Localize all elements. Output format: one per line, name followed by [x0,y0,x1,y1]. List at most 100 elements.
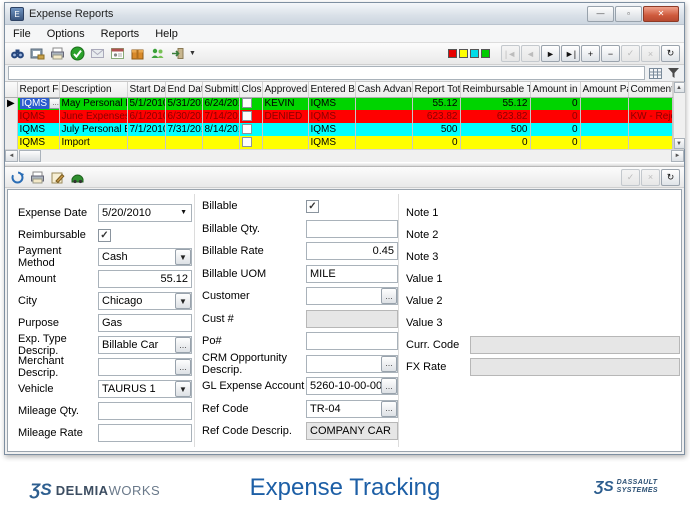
print-record-icon[interactable] [29,169,46,185]
menu-help[interactable]: Help [147,25,186,42]
amount-field[interactable] [98,270,192,288]
nav-prior-button[interactable]: ◄ [521,45,540,62]
cell-end-date[interactable]: 7/31/2010 [165,123,202,136]
cell-description[interactable]: Import [59,136,127,149]
mileage-qty-field[interactable] [98,402,192,420]
header-report-total[interactable]: Report Total [412,82,460,97]
chevron-down-icon[interactable]: ▼ [175,249,191,265]
scroll-up-icon[interactable]: ▲ [674,82,685,93]
nav-insert-button[interactable]: + [581,45,600,62]
detail-cancel-button[interactable]: × [641,169,660,186]
cell-submitted[interactable]: 7/14/2010 [202,110,239,123]
cell-report-total[interactable]: 623.82 [412,110,460,123]
lookup-ellipsis-button[interactable]: … [49,98,59,109]
cell-report-total[interactable]: 0 [412,136,460,149]
cell-approved-by[interactable] [262,136,308,149]
scroll-down-icon[interactable]: ▼ [674,138,685,149]
closed-checkbox[interactable] [242,137,252,147]
filter-funnel-icon[interactable] [665,66,681,80]
billable-uom-field[interactable] [306,265,398,283]
gl-expense-account-field[interactable]: … [306,377,398,395]
cell-start-date[interactable] [127,136,165,149]
ellipsis-lookup-icon[interactable]: … [175,337,191,353]
po-number-input[interactable] [306,332,398,350]
city-field[interactable]: ▼ [98,292,192,310]
close-button[interactable]: ✕ [643,6,679,22]
scroll-left-icon[interactable]: ◄ [5,150,18,162]
cell-amount-paid[interactable] [580,136,628,149]
amount-input[interactable] [98,270,192,288]
cell-report-total[interactable]: 55.12 [412,97,460,110]
exp-type-descrip-field[interactable]: … [98,336,192,354]
cell-entered-by[interactable]: IQMS [308,136,355,149]
package-icon[interactable] [129,46,146,62]
header-approved-by[interactable]: Approved By [262,82,308,97]
nav-refresh-button[interactable]: ↻ [661,45,680,62]
chevron-down-icon[interactable]: ▼ [175,293,191,309]
find-icon[interactable] [9,46,26,62]
cell-amount-in-ap[interactable]: 0 [530,136,580,149]
menu-options[interactable]: Options [39,25,93,42]
grid-horizontal-scrollbar[interactable]: ◄ ► [5,149,684,162]
cell-cash-advanced[interactable] [355,136,412,149]
cell-comment[interactable] [628,123,672,136]
chevron-down-icon[interactable]: ▼ [180,209,187,216]
mileage-qty-input[interactable] [98,402,192,420]
cell-approved-by[interactable]: DENIED [262,110,308,123]
header-amount-in-ap[interactable]: Amount in AP [530,82,580,97]
title-bar[interactable]: E Expense Reports — ▫ ✕ [5,3,684,25]
ellipsis-lookup-icon[interactable]: … [175,359,191,375]
header-amount-paid[interactable]: Amount Paid [580,82,628,97]
mileage-rate-field[interactable] [98,424,192,442]
billable-qty-input[interactable] [306,220,398,238]
header-comment[interactable]: Comment [628,82,672,97]
vehicle-field[interactable]: ▼ [98,380,192,398]
toolbar-dropdown-caret-icon[interactable]: ▼ [189,50,196,57]
edit-note-icon[interactable] [49,169,66,185]
minimize-button[interactable]: — [587,6,614,22]
nav-first-button[interactable]: |◄ [501,45,520,62]
table-row[interactable]: IQMS July Personal Exper 7/1/2010 7/31/2… [5,123,672,136]
email-icon[interactable] [89,46,106,62]
cell-submitted[interactable]: 6/24/2010 [202,97,239,110]
header-start-date[interactable]: Start Date [127,82,165,97]
export-icon[interactable] [29,46,46,62]
scrollbar-thumb[interactable] [19,150,41,162]
cell-amount-paid[interactable] [580,110,628,123]
nav-last-button[interactable]: ►| [561,45,580,62]
reimbursable-checkbox[interactable]: ✓ [98,229,111,242]
table-row[interactable]: IQMS June Expenses 6/1/2010 6/30/2010 7/… [5,110,672,123]
po-number-field[interactable] [306,332,398,350]
header-report-for[interactable]: Report For [17,82,59,97]
cell-entered-by[interactable]: IQMS [308,123,355,136]
cell-reimbursable-total[interactable]: 500 [460,123,530,136]
customer-field[interactable]: … [306,287,398,305]
cell-comment[interactable] [628,97,672,110]
table-row[interactable]: ▶ IQMS… May Personal Expe 5/1/2010 5/31/… [5,97,672,110]
contacts-icon[interactable] [109,46,126,62]
cell-report-for[interactable]: IQMS [17,123,59,136]
nav-delete-button[interactable]: − [601,45,620,62]
cell-closed[interactable] [239,123,262,136]
cell-report-total[interactable]: 500 [412,123,460,136]
menu-reports[interactable]: Reports [93,25,148,42]
header-closed[interactable]: Closed [239,82,262,97]
detail-post-button[interactable]: ✓ [621,169,640,186]
print-icon[interactable] [49,46,66,62]
cell-reimbursable-total[interactable]: 55.12 [460,97,530,110]
cell-cash-advanced[interactable] [355,123,412,136]
grid-columns-icon[interactable] [647,66,663,80]
cell-comment[interactable]: KW - Rejec [628,110,672,123]
cell-description[interactable]: May Personal Expe [59,97,127,110]
ellipsis-lookup-icon[interactable]: … [381,378,397,394]
closed-checkbox[interactable] [242,98,252,108]
cell-report-for[interactable]: IQMS [17,136,59,149]
cell-submitted[interactable] [202,136,239,149]
chevron-down-icon[interactable]: ▼ [175,381,191,397]
maximize-button[interactable]: ▫ [615,6,642,22]
ellipsis-lookup-icon[interactable]: … [381,288,397,304]
table-row[interactable]: IQMS Import IQMS 0 0 0 [5,136,672,149]
cell-description[interactable]: July Personal Exper [59,123,127,136]
header-reimbursable-total[interactable]: Reimbursable Total [460,82,530,97]
ellipsis-lookup-icon[interactable]: … [381,401,397,417]
